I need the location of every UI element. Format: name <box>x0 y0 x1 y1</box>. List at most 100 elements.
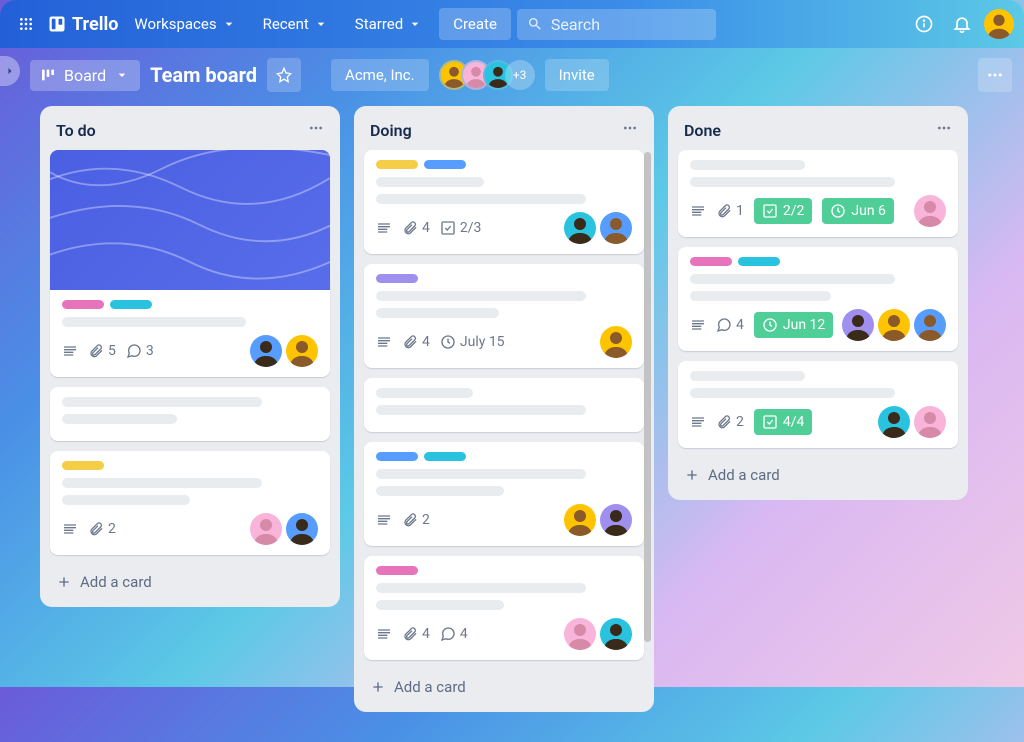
member-avatar[interactable] <box>914 309 946 341</box>
board-view-switcher[interactable]: Board <box>30 60 140 91</box>
list-title[interactable]: To do <box>56 121 96 140</box>
card[interactable]: 4 Jun 12 <box>678 247 958 351</box>
card-labels[interactable] <box>62 300 318 309</box>
nav-starred[interactable]: Starred <box>345 9 433 39</box>
member-avatar[interactable] <box>914 195 946 227</box>
card-labels[interactable] <box>690 257 946 266</box>
member-avatar[interactable] <box>878 309 910 341</box>
card-badges: 2 <box>62 521 116 537</box>
workspace-chip[interactable]: Acme, Inc. <box>331 59 429 91</box>
attachments-badge: 4 <box>402 334 430 350</box>
card[interactable]: 4 July 15 <box>364 264 644 368</box>
create-button-label: Create <box>453 15 497 33</box>
invite-button[interactable]: Invite <box>545 59 609 91</box>
member-avatar[interactable] <box>286 513 318 545</box>
card[interactable]: 2 <box>364 442 644 546</box>
card-labels[interactable] <box>62 461 318 470</box>
due-badge: July 15 <box>440 334 505 350</box>
member-avatar[interactable] <box>600 504 632 536</box>
card-title-placeholder <box>62 478 262 488</box>
create-button[interactable]: Create <box>439 8 511 40</box>
label-pill[interactable] <box>376 274 418 283</box>
list-menu-button[interactable] <box>936 120 952 140</box>
label-pill[interactable] <box>62 461 104 470</box>
member-avatar[interactable] <box>914 406 946 438</box>
label-pill[interactable] <box>376 452 418 461</box>
info-icon[interactable] <box>908 8 940 40</box>
label-pill[interactable] <box>738 257 780 266</box>
list-column: Done 1 2/2 Jun 6 4 Jun 12 2 4/4 Add a car… <box>668 106 968 500</box>
label-pill[interactable] <box>110 300 152 309</box>
nav-recent-label: Recent <box>263 15 309 33</box>
card-title-placeholder <box>376 469 586 479</box>
label-pill[interactable] <box>424 452 466 461</box>
label-pill[interactable] <box>62 300 104 309</box>
card[interactable]: 5 3 <box>50 150 330 377</box>
attachments-badge: 1 <box>716 203 744 219</box>
label-pill[interactable] <box>690 257 732 266</box>
list-title[interactable]: Done <box>684 121 721 140</box>
card-labels[interactable] <box>376 566 632 575</box>
nav-recent[interactable]: Recent <box>253 9 339 39</box>
card-badges: 4 4 <box>376 626 468 642</box>
member-avatar[interactable] <box>250 513 282 545</box>
chevron-down-icon <box>407 16 423 32</box>
card-labels[interactable] <box>376 274 632 283</box>
due-complete-badge: Jun 6 <box>822 198 894 224</box>
member-overflow-count[interactable]: +3 <box>505 60 535 90</box>
member-avatar[interactable] <box>564 618 596 650</box>
label-pill[interactable] <box>376 160 418 169</box>
card-badges: 2 <box>376 512 430 528</box>
add-card-button[interactable]: Add a card <box>678 458 958 486</box>
card-labels[interactable] <box>376 452 632 461</box>
card[interactable]: 4 2/3 <box>364 150 644 254</box>
description-icon <box>376 334 392 350</box>
member-avatar[interactable] <box>600 618 632 650</box>
card[interactable]: 1 2/2 Jun 6 <box>678 150 958 237</box>
attachments-badge: 4 <box>402 220 430 236</box>
member-avatar[interactable] <box>600 326 632 358</box>
label-pill[interactable] <box>424 160 466 169</box>
board-menu-button[interactable] <box>978 58 1012 92</box>
account-avatar[interactable] <box>984 9 1014 39</box>
card-members <box>564 618 632 650</box>
list-column: Doing 4 2/3 4 July 15 2 4 4 Add a card <box>354 106 654 712</box>
member-avatar[interactable] <box>564 212 596 244</box>
star-board-button[interactable] <box>267 58 301 92</box>
apps-switcher-icon[interactable] <box>10 8 42 40</box>
card[interactable] <box>50 387 330 441</box>
member-avatar[interactable] <box>250 335 282 367</box>
search-input[interactable]: Search <box>517 9 717 40</box>
search-placeholder: Search <box>551 15 600 34</box>
card[interactable]: 2 4/4 <box>678 361 958 448</box>
add-card-button[interactable]: Add a card <box>364 670 644 698</box>
card[interactable]: 2 <box>50 451 330 555</box>
card[interactable]: 4 4 <box>364 556 644 660</box>
member-avatar[interactable] <box>600 212 632 244</box>
member-avatar[interactable] <box>842 309 874 341</box>
board-members[interactable]: +3 <box>439 60 535 90</box>
card-title-placeholder <box>62 397 262 407</box>
add-card-button[interactable]: Add a card <box>50 565 330 593</box>
board-icon <box>40 67 56 83</box>
brand-logo[interactable]: Trello <box>48 14 118 35</box>
card-title-placeholder <box>376 177 484 187</box>
list-menu-button[interactable] <box>622 120 638 140</box>
card-title-placeholder <box>376 308 499 318</box>
card[interactable] <box>364 378 644 432</box>
board-title[interactable]: Team board <box>150 63 257 87</box>
attachments-badge: 5 <box>88 343 116 359</box>
list-menu-button[interactable] <box>308 120 324 140</box>
card-members <box>250 335 318 367</box>
list-title[interactable]: Doing <box>370 121 412 140</box>
member-avatar[interactable] <box>878 406 910 438</box>
chevron-down-icon <box>313 16 329 32</box>
member-avatar[interactable] <box>286 335 318 367</box>
label-pill[interactable] <box>376 566 418 575</box>
card-title-placeholder <box>690 371 805 381</box>
notifications-icon[interactable] <box>946 8 978 40</box>
member-avatar[interactable] <box>564 504 596 536</box>
nav-workspaces[interactable]: Workspaces <box>124 9 246 39</box>
description-icon <box>690 414 706 430</box>
card-labels[interactable] <box>376 160 632 169</box>
